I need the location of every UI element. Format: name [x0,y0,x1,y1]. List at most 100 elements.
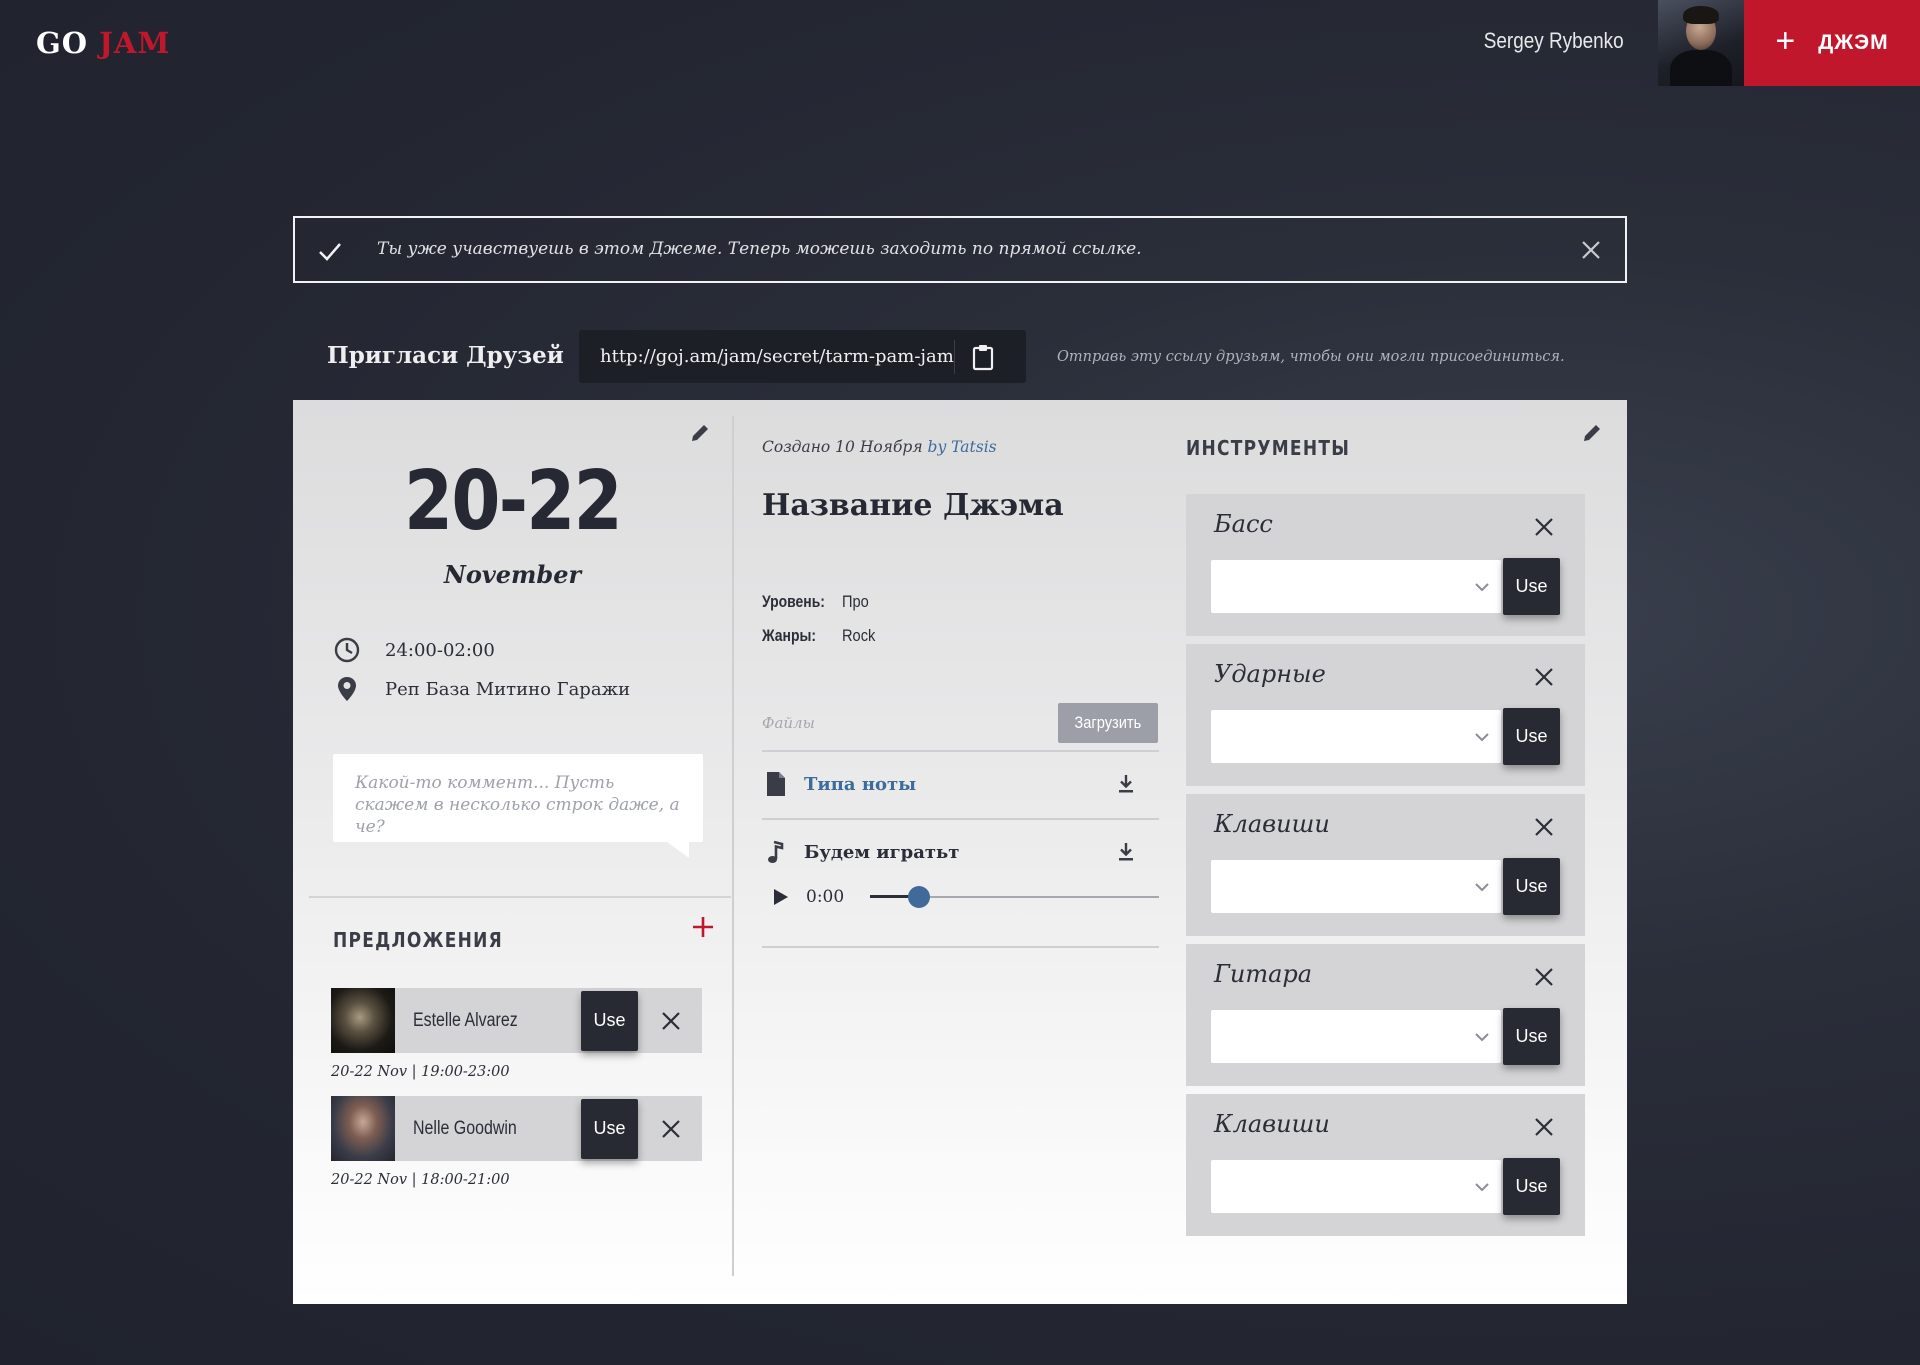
genres-label: Жанры: [762,626,817,645]
file-item[interactable]: Типа ноты [762,764,1159,804]
edit-instruments-pencil-icon[interactable] [1581,422,1603,444]
left-separator [309,896,731,898]
instrument-remove-icon[interactable] [1533,516,1555,538]
new-jam-button[interactable]: + ДЖЭМ [1744,0,1920,86]
date-range: 20-22 [404,454,623,549]
offer-use-button[interactable]: Use [581,990,638,1051]
instrument-use-button[interactable]: Use [1503,558,1560,615]
offer-name: Nelle Goodwin [413,1117,517,1139]
notification-banner: Ты уже учавствуешь в этом Джеме. Теперь … [293,216,1627,283]
invite-link-field[interactable]: http://goj.am/jam/secret/tarm-pam-jam l [579,330,1026,383]
avatar[interactable] [1658,0,1744,86]
file-name[interactable]: Будем игратьт [804,842,1115,863]
add-offer-plus-icon[interactable] [690,914,716,940]
audio-player: 0:00 [762,882,1159,912]
invite-hint: Отправь эту ссылу друзьям, чтобы они мог… [1057,349,1565,365]
clipboard-icon[interactable] [970,343,996,371]
level-value: Про [842,592,869,611]
instrument-select[interactable] [1211,560,1501,613]
logo[interactable]: GO JAM [36,26,170,60]
jam-title: Название Джэма [762,488,1064,523]
close-icon[interactable] [1579,238,1603,262]
instrument-select[interactable] [1211,860,1501,913]
offer-remove-icon[interactable] [660,1010,682,1032]
event-place: Реп База Митино Гаражи [385,678,631,700]
offer-name: Estelle Alvarez [413,1009,518,1031]
level-row: Уровень: Про [762,592,873,612]
play-icon[interactable] [770,887,790,907]
offer-avatar [331,988,395,1053]
logo-jam: JAM [99,26,171,60]
created-info: Создано 10 Ноября by Tatsis [762,438,997,456]
instrument-item: Клавиши Use [1186,1094,1585,1236]
instrument-name: Ударные [1214,660,1326,688]
chevron-down-icon [1475,1033,1489,1042]
offer-use-button[interactable]: Use [581,1098,638,1159]
upload-button[interactable]: Загрузить [1058,703,1158,743]
file-separator [762,818,1159,820]
download-icon[interactable] [1115,773,1137,795]
comment-bubble[interactable]: Какой-то коммент... Пусть скажем в неско… [333,754,703,858]
music-note-icon [768,840,784,863]
files-separator [762,750,1159,752]
jam-card: 20-22 November 24:00-02:00 Реп База Мити… [293,400,1627,1304]
instrument-name: Гитара [1214,960,1313,988]
offer-time: | 19:00-23:00 [411,1064,510,1080]
instrument-remove-icon[interactable] [1533,816,1555,838]
file-item[interactable]: Будем игратьт [762,832,1159,872]
edit-date-pencil-icon[interactable] [689,422,711,444]
player-seek-handle[interactable] [908,886,931,908]
instrument-use-button[interactable]: Use [1503,1158,1560,1215]
upload-label: Загрузить [1074,713,1142,732]
chevron-down-icon [1475,1183,1489,1192]
level-label: Уровень: [762,592,825,611]
instrument-use-button[interactable]: Use [1503,1008,1560,1065]
invite-url[interactable]: http://goj.am/jam/secret/tarm-pam-jam l [600,346,954,367]
player-time: 0:00 [806,887,845,907]
instrument-name: Клавиши [1214,810,1330,838]
new-jam-label: ДЖЭМ [1818,31,1889,54]
instrument-use-button[interactable]: Use [1503,708,1560,765]
instrument-item: Клавиши Use [1186,794,1585,936]
chevron-down-icon [1475,583,1489,592]
check-icon [319,243,341,261]
instrument-select[interactable] [1211,1010,1501,1063]
invite-title: Пригласи Друзей [327,342,564,369]
offer-remove-icon[interactable] [660,1118,682,1140]
download-icon[interactable] [1115,841,1137,863]
invite-divider [954,339,955,374]
event-time-row: 24:00-02:00 [333,636,495,664]
notification-message: Ты уже учавствуешь в этом Джеме. Теперь … [377,239,1142,259]
created-date: Создано 10 Ноября [762,438,923,456]
created-by-link[interactable]: by Tatsis [928,438,997,456]
comment-text: Какой-то коммент... Пусть скажем в неско… [355,773,680,837]
instrument-select[interactable] [1211,1160,1501,1213]
instrument-remove-icon[interactable] [1533,966,1555,988]
instrument-select[interactable] [1211,710,1501,763]
files-label: Файлы [762,714,815,732]
chevron-down-icon [1475,883,1489,892]
instrument-item: Гитара Use [1186,944,1585,1086]
instrument-item: Ударные Use [1186,644,1585,786]
instrument-use-button[interactable]: Use [1503,858,1560,915]
logo-go: GO [36,26,89,60]
comment-tail [667,842,689,858]
event-time: 24:00-02:00 [385,639,495,661]
offer-meta: 20-22 Nov | 18:00-21:00 [331,1172,510,1188]
user-name[interactable]: Sergey Rybenko [1484,28,1624,54]
instrument-remove-icon[interactable] [1533,666,1555,688]
file-name[interactable]: Типа ноты [804,774,1115,795]
column-divider [732,416,734,1276]
location-pin-icon [338,677,356,701]
clock-icon [334,637,360,663]
offer-time: | 18:00-21:00 [411,1172,510,1188]
instrument-remove-icon[interactable] [1533,1116,1555,1138]
instrument-name: Клавиши [1214,1110,1330,1138]
date-month: November [443,560,582,589]
offers-title: ПРЕДЛОЖЕНИЯ [333,928,504,952]
instrument-name: Басс [1214,510,1273,538]
event-place-row: Реп База Митино Гаражи [333,675,630,703]
avatar-body [1670,50,1732,86]
offer-item: Nelle Goodwin Use [331,1096,702,1161]
avatar-hair [1683,6,1719,24]
